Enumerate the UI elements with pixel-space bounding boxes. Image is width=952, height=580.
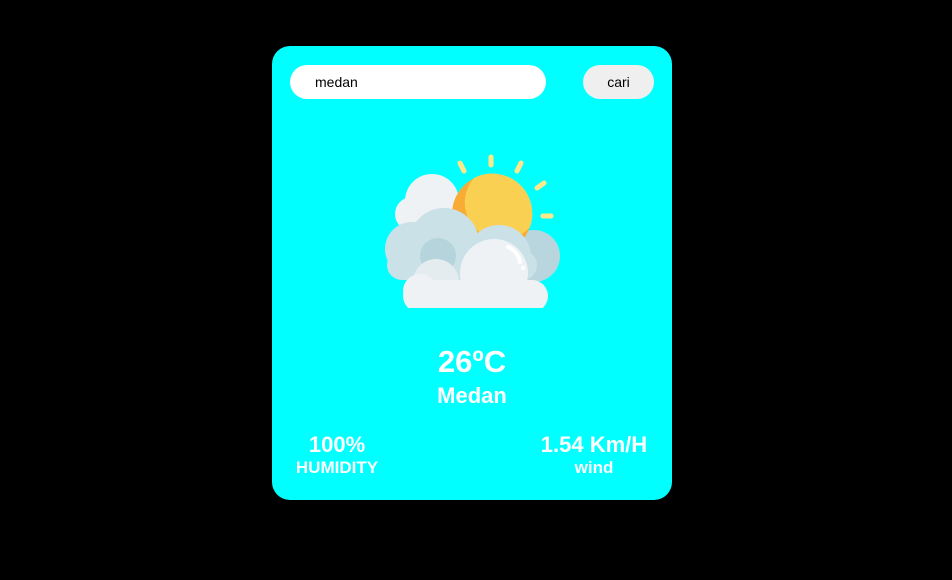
humidity-stat: 100% HUMIDITY: [284, 432, 390, 478]
search-button[interactable]: cari: [583, 65, 654, 99]
wind-label: wind: [574, 458, 614, 477]
partly-cloudy-sun-icon: [385, 154, 560, 308]
temperature: 26ºC: [437, 344, 507, 379]
humidity-label: HUMIDITY: [295, 458, 379, 477]
city-name: Medan: [437, 383, 507, 408]
humidity-value: 100%: [308, 432, 366, 457]
search-input[interactable]: [290, 65, 546, 99]
wind-value: 1.54 Km/H: [540, 432, 648, 457]
weather-card: cari 26ºC Medan 100% HUMID: [272, 46, 672, 500]
wind-stat: 1.54 Km/H wind: [524, 432, 664, 478]
